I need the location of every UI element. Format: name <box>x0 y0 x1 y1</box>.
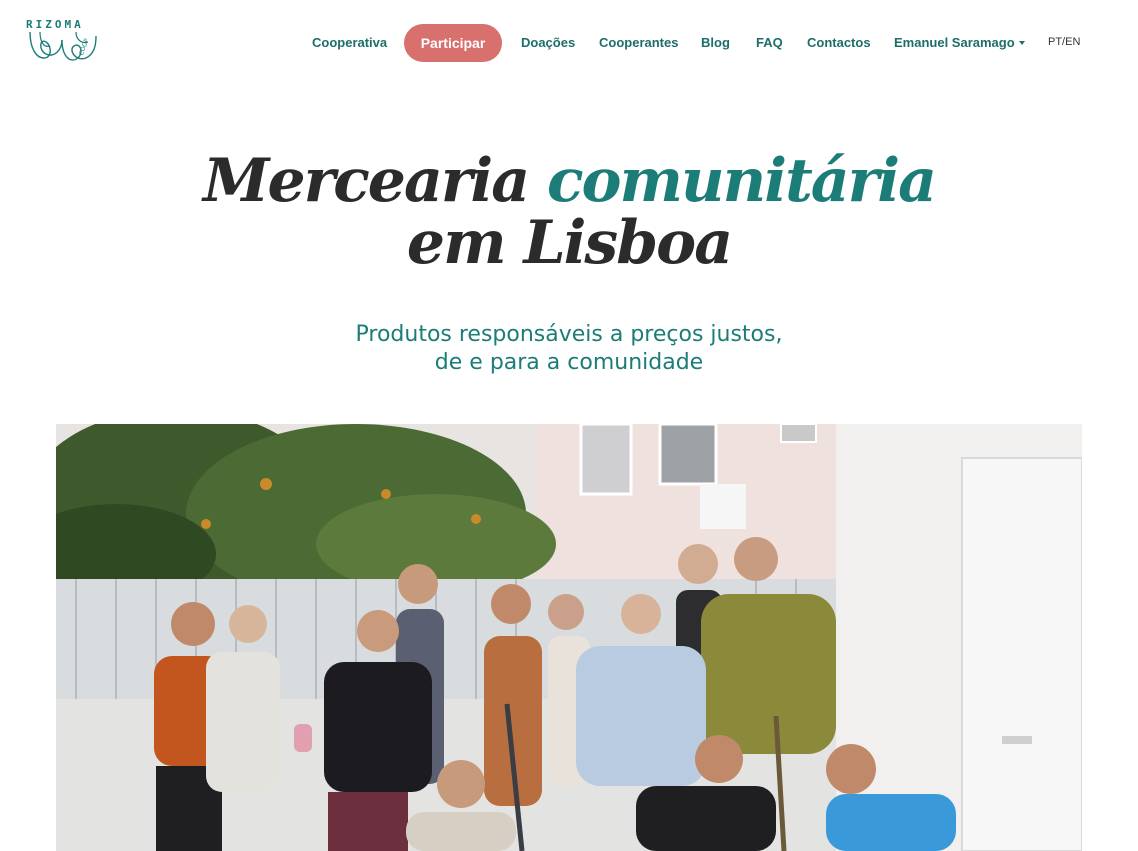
hero-title-accent: comunitária <box>547 146 937 216</box>
nav-cooperativa[interactable]: Cooperativa <box>312 35 387 50</box>
hero-title: Mercearia comunitária em Lisboa <box>0 150 1138 274</box>
user-name: Emanuel Saramago <box>894 35 1015 50</box>
nav-faq[interactable]: FAQ <box>756 35 783 50</box>
main-nav: Cooperativa Participar Doações Cooperant… <box>0 24 1138 62</box>
hero-title-part1: Mercearia <box>203 146 547 216</box>
group-photo-volunteers-icon <box>56 424 1082 851</box>
language-switch[interactable]: PT/EN <box>1048 36 1080 48</box>
hero-subtitle: Produtos responsáveis a preços justos, de… <box>0 321 1138 377</box>
site-header: RIZOMA COOP Cooperativa Participar Doaçõ… <box>0 0 1138 88</box>
nav-contactos[interactable]: Contactos <box>807 35 871 50</box>
group-photo <box>56 424 1082 851</box>
subtitle-line2: de e para a comunidade <box>434 350 704 375</box>
nav-doacoes[interactable]: Doações <box>521 35 575 50</box>
subtitle-line1: Produtos responsáveis a preços justos, <box>355 322 783 347</box>
caret-down-icon <box>1018 41 1025 45</box>
participar-button[interactable]: Participar <box>404 24 502 62</box>
hero-title-line2: em Lisboa <box>406 208 733 278</box>
user-menu-dropdown[interactable]: Emanuel Saramago <box>894 35 1025 50</box>
nav-cooperantes[interactable]: Cooperantes <box>599 35 678 50</box>
nav-blog[interactable]: Blog <box>701 35 730 50</box>
